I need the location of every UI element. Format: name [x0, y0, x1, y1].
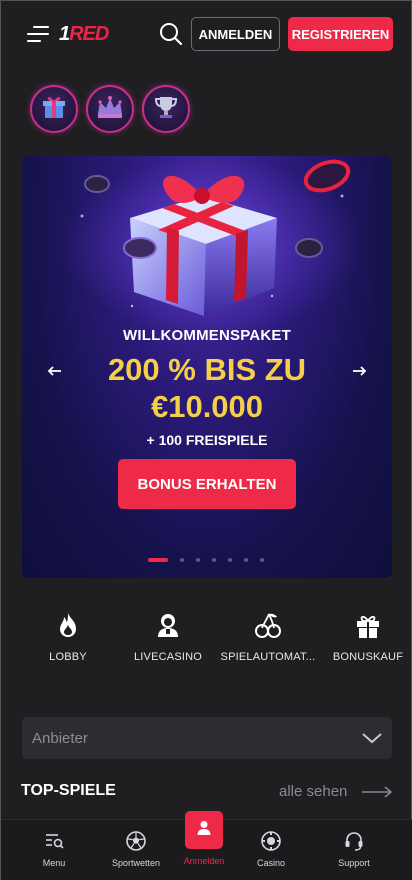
nav-label: Sportwetten: [111, 858, 161, 868]
menu-search-icon: [43, 830, 65, 852]
gift-illustration: [62, 156, 362, 336]
app-frame: 1RED ANMELDEN REGISTRIEREN WILLKOMMENSPA…: [0, 0, 412, 880]
nav-label: Support: [338, 858, 370, 868]
menu-icon[interactable]: [27, 23, 49, 45]
gift-icon: [39, 92, 69, 127]
category-label: LOBBY: [49, 651, 87, 663]
logo[interactable]: 1RED: [59, 21, 109, 47]
carousel-dot[interactable]: [180, 558, 184, 562]
nav-sportsbetting[interactable]: Sportwetten: [101, 830, 171, 876]
crown-icon: [94, 92, 126, 127]
nav-menu[interactable]: Menu: [19, 830, 89, 876]
banner-subline: + 100 FREISPIELE: [146, 432, 268, 448]
carousel-dot[interactable]: [148, 558, 168, 562]
headset-icon: [343, 830, 365, 852]
search-icon[interactable]: [159, 22, 183, 46]
category-livecasino[interactable]: LIVECASINO: [122, 611, 214, 671]
carousel-dot[interactable]: [244, 558, 248, 562]
casino-chip-icon: [260, 830, 282, 852]
chevron-down-icon: [362, 729, 382, 747]
category-label: BONUSKAUF: [332, 651, 404, 663]
top-games-title: TOP-SPIELE: [21, 782, 116, 799]
banner-headline: 200 % BIS ZU €10.000: [22, 351, 392, 425]
header: 1RED ANMELDEN REGISTRIEREN: [1, 1, 412, 67]
register-button[interactable]: REGISTRIEREN: [288, 17, 393, 51]
carousel-dots: [148, 557, 276, 563]
promo-crown-button[interactable]: [86, 85, 134, 133]
promo-banner[interactable]: WILLKOMMENSPAKET 200 % BIS ZU €10.000 + …: [22, 156, 392, 578]
promo-gift-button[interactable]: [30, 85, 78, 133]
category-slots[interactable]: SPIELAUTOMAT...: [220, 611, 316, 671]
arrow-left-icon[interactable]: [43, 359, 67, 383]
login-tile: [185, 811, 223, 849]
carousel-dot[interactable]: [196, 558, 200, 562]
promo-trophy-button[interactable]: [142, 85, 190, 133]
provider-select[interactable]: Anbieter: [22, 717, 392, 759]
nav-label: Anmelden: [183, 856, 225, 866]
login-button[interactable]: ANMELDEN: [191, 17, 280, 51]
bonus-cta-button[interactable]: BONUS ERHALTEN: [118, 459, 296, 509]
gift-icon: [354, 611, 382, 639]
flame-icon: [54, 611, 82, 639]
banner-headline-line1: 200 % BIS ZU: [107, 352, 307, 387]
trophy-icon: [151, 92, 181, 127]
user-icon: [195, 819, 213, 842]
category-label: LIVECASINO: [133, 651, 203, 663]
cherries-icon: [254, 611, 282, 639]
arrow-right-icon[interactable]: [347, 359, 371, 383]
see-all-link[interactable]: alle sehen: [279, 783, 347, 800]
nav-login[interactable]: Anmelden: [167, 811, 241, 873]
nav-casino[interactable]: Casino: [236, 830, 306, 876]
category-bonus-buy[interactable]: BONUSKAUF: [322, 611, 412, 671]
soccer-ball-icon: [125, 830, 147, 852]
banner-kicker: WILLKOMMENSPAKET: [123, 327, 291, 344]
provider-select-placeholder: Anbieter: [32, 730, 88, 747]
arrow-right-icon[interactable]: [361, 785, 393, 799]
banner-headline-line2: €10.000: [150, 389, 264, 424]
carousel-dot[interactable]: [212, 558, 216, 562]
nav-support[interactable]: Support: [319, 830, 389, 876]
dealer-icon: [154, 611, 182, 639]
carousel-dot[interactable]: [228, 558, 232, 562]
nav-label: Casino: [256, 858, 285, 868]
category-lobby[interactable]: LOBBY: [22, 611, 114, 671]
carousel-dot[interactable]: [260, 558, 264, 562]
category-label: SPIELAUTOMAT...: [220, 651, 316, 663]
nav-label: Menu: [42, 858, 66, 868]
